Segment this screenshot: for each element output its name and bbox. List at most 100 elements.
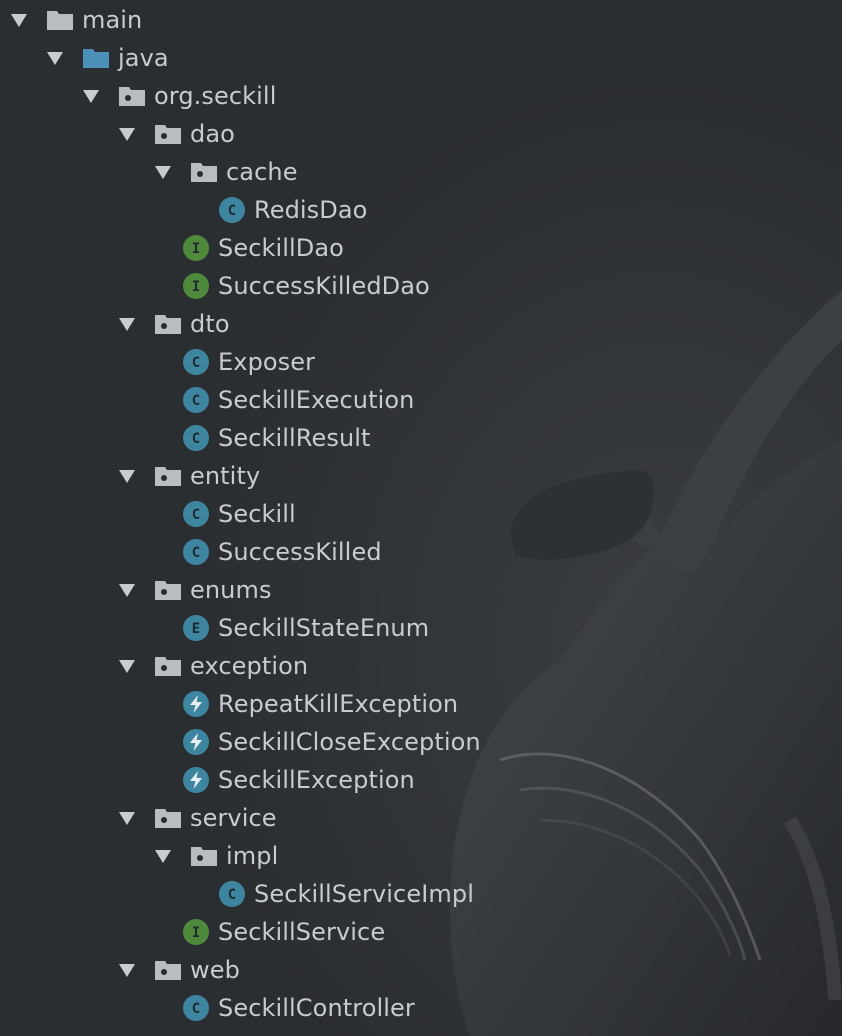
- svg-text:C: C: [192, 507, 200, 523]
- tree-item-web[interactable]: web: [118, 951, 240, 989]
- tree-item-java[interactable]: java: [46, 39, 169, 77]
- tree-item-label: cache: [226, 158, 298, 186]
- package-folder-icon: [154, 577, 182, 603]
- interface-icon: I: [182, 919, 210, 945]
- tree-item-exception[interactable]: exception: [118, 647, 308, 685]
- tree-item-label: main: [82, 6, 143, 34]
- tree-item-seckilldao[interactable]: I SeckillDao: [182, 229, 344, 267]
- tree-item-seckillcloseexception[interactable]: SeckillCloseException: [182, 723, 481, 761]
- tree-item-label: org.seckill: [154, 82, 277, 110]
- tree-item-label: RepeatKillException: [218, 690, 459, 718]
- tree-item-dto[interactable]: dto: [118, 305, 230, 343]
- tree-item-label: SeckillDao: [218, 234, 344, 262]
- expand-arrow-icon[interactable]: [118, 658, 136, 674]
- tree-item-label: Seckill: [218, 500, 296, 528]
- tree-item-label: SeckillExecution: [218, 386, 415, 414]
- tree-item-seckillexception[interactable]: SeckillException: [182, 761, 415, 799]
- tree-item-repeatkillexception[interactable]: RepeatKillException: [182, 685, 458, 723]
- expand-arrow-icon[interactable]: [118, 962, 136, 978]
- tree-item-exposer[interactable]: C Exposer: [182, 343, 315, 381]
- svg-text:E: E: [192, 621, 200, 637]
- tree-item-label: enums: [190, 576, 272, 604]
- tree-item-label: SeckillStateEnum: [218, 614, 430, 642]
- tree-item-label: exception: [190, 652, 309, 680]
- expand-arrow-icon[interactable]: [82, 88, 100, 104]
- tree-item-seckillstateenum[interactable]: E SeckillStateEnum: [182, 609, 429, 647]
- tree-item-impl[interactable]: impl: [154, 837, 278, 875]
- exception-icon: [182, 691, 210, 717]
- tree-item-label: RedisDao: [254, 196, 368, 224]
- class-icon: C: [218, 197, 246, 223]
- tree-item-label: service: [190, 804, 277, 832]
- tree-item-label: impl: [226, 842, 279, 870]
- folder-icon: [46, 7, 74, 33]
- tree-item-label: SeckillException: [218, 766, 415, 794]
- svg-text:C: C: [228, 887, 236, 903]
- package-folder-icon: [190, 843, 218, 869]
- class-icon: C: [182, 387, 210, 413]
- tree-item-label: SuccessKilledDao: [218, 272, 430, 300]
- tree-item-seckillcontroller[interactable]: C SeckillController: [182, 989, 415, 1027]
- exception-icon: [182, 767, 210, 793]
- expand-arrow-icon[interactable]: [46, 50, 64, 66]
- tree-item-label: SeckillService: [218, 918, 386, 946]
- expand-arrow-icon[interactable]: [118, 468, 136, 484]
- interface-icon: I: [182, 273, 210, 299]
- package-folder-icon: [154, 311, 182, 337]
- tree-item-service[interactable]: service: [118, 799, 277, 837]
- tree-item-org-seckill[interactable]: org.seckill: [82, 77, 276, 115]
- tree-item-label: web: [190, 956, 240, 984]
- tree-item-label: dto: [190, 310, 230, 338]
- expand-arrow-icon[interactable]: [118, 810, 136, 826]
- tree-item-seckillserviceimpl[interactable]: C SeckillServiceImpl: [218, 875, 474, 913]
- svg-text:C: C: [228, 203, 236, 219]
- interface-icon: I: [182, 235, 210, 261]
- tree-item-label: Exposer: [218, 348, 316, 376]
- class-icon: C: [218, 881, 246, 907]
- tree-item-entity[interactable]: entity: [118, 457, 260, 495]
- tree-item-successkilled[interactable]: C SuccessKilled: [182, 533, 382, 571]
- package-folder-icon: [154, 957, 182, 983]
- class-icon: C: [182, 995, 210, 1021]
- tree-item-seckill[interactable]: C Seckill: [182, 495, 296, 533]
- exception-icon: [182, 729, 210, 755]
- tree-item-label: SuccessKilled: [218, 538, 382, 566]
- class-icon: C: [182, 539, 210, 565]
- tree-item-seckillexecution[interactable]: C SeckillExecution: [182, 381, 414, 419]
- enum-icon: E: [182, 615, 210, 641]
- package-folder-icon: [154, 463, 182, 489]
- tree-item-cache[interactable]: cache: [154, 153, 298, 191]
- tree-item-main[interactable]: main: [10, 1, 142, 39]
- svg-text:I: I: [192, 925, 200, 941]
- tree-item-redisdao[interactable]: C RedisDao: [218, 191, 367, 229]
- tree-item-label: SeckillServiceImpl: [254, 880, 474, 908]
- expand-arrow-icon[interactable]: [154, 848, 172, 864]
- svg-text:C: C: [192, 355, 200, 371]
- package-folder-icon: [190, 159, 218, 185]
- tree-item-seckillservice[interactable]: I SeckillService: [182, 913, 385, 951]
- tree-item-label: java: [118, 44, 169, 72]
- svg-text:I: I: [192, 241, 200, 257]
- class-icon: C: [182, 501, 210, 527]
- package-folder-icon: [154, 653, 182, 679]
- expand-arrow-icon[interactable]: [118, 582, 136, 598]
- expand-arrow-icon[interactable]: [154, 164, 172, 180]
- svg-text:I: I: [192, 279, 200, 295]
- package-folder-icon: [154, 805, 182, 831]
- tree-item-label: SeckillResult: [218, 424, 371, 452]
- svg-text:C: C: [192, 545, 200, 561]
- tree-item-seckillresult[interactable]: C SeckillResult: [182, 419, 371, 457]
- package-folder-icon: [118, 83, 146, 109]
- svg-text:C: C: [192, 393, 200, 409]
- tree-item-successkilleddao[interactable]: I SuccessKilledDao: [182, 267, 430, 305]
- class-icon: C: [182, 349, 210, 375]
- package-folder-icon: [154, 121, 182, 147]
- svg-text:C: C: [192, 431, 200, 447]
- tree-item-label: dao: [190, 120, 235, 148]
- expand-arrow-icon[interactable]: [118, 316, 136, 332]
- expand-arrow-icon[interactable]: [118, 126, 136, 142]
- tree-item-enums[interactable]: enums: [118, 571, 272, 609]
- tree-item-dao[interactable]: dao: [118, 115, 235, 153]
- class-icon: C: [182, 425, 210, 451]
- expand-arrow-icon[interactable]: [10, 12, 28, 28]
